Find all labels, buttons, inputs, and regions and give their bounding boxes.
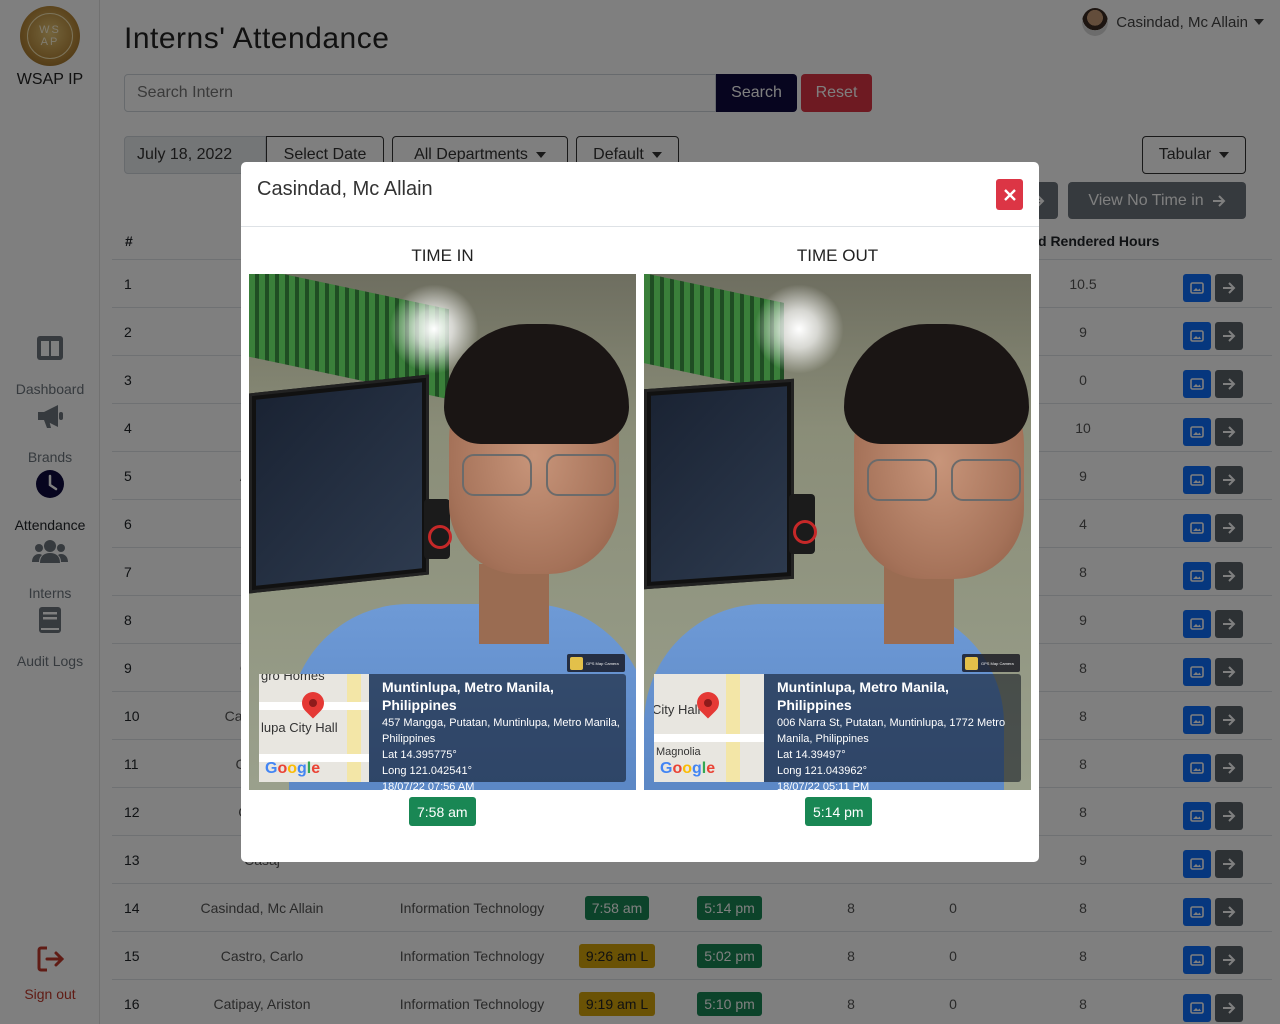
time-in-map-place: lupa City Hall — [261, 720, 338, 735]
time-in-city: Muntinlupa, Metro Manila, Philippines — [382, 679, 554, 713]
time-out-map-place-bottom: Magnolia — [656, 746, 701, 758]
time-out-photo[interactable]: GPS Map Camera City Hall Magnolia Google… — [644, 274, 1031, 790]
time-out-address: 006 Narra St, Putatan, Muntinlupa, 1772 … — [777, 717, 1006, 745]
time-in-latitude: Lat 14.395775° — [382, 749, 457, 761]
time-in-badge: 7:58 am — [409, 797, 476, 826]
time-out-location-stamp: City Hall Magnolia Google Muntinlupa, Me… — [654, 674, 1021, 790]
time-out-city: Muntinlupa, Metro Manila, Philippines — [777, 679, 949, 713]
time-in-longitude: Long 121.042541° — [382, 765, 473, 777]
time-in-timestamp: 18/07/22 07:56 AM — [382, 781, 475, 790]
time-in-map-place-top: gro Homes — [261, 674, 325, 683]
attendance-photo-modal: Casindad, Mc Allain TIME IN TIME OUT GPS… — [241, 162, 1039, 862]
time-in-map-brand: Google — [265, 760, 321, 777]
time-in-photo[interactable]: GPS Map Camera gro Homes lupa City Hall … — [249, 274, 636, 790]
time-in-address: 457 Mangga, Putatan, Muntinlupa, Metro M… — [382, 717, 620, 745]
gps-camera-badge: GPS Map Camera — [962, 654, 1020, 672]
time-out-map-thumbnail: City Hall Magnolia Google — [654, 674, 764, 782]
time-out-latitude: Lat 14.39497° — [777, 749, 846, 761]
time-in-heading: TIME IN — [411, 246, 474, 265]
time-out-longitude: Long 121.043962° — [777, 765, 868, 777]
time-out-map-brand: Google — [660, 760, 716, 777]
map-pin-icon — [297, 687, 329, 719]
time-out-map-place: City Hall — [654, 702, 701, 717]
time-in-map-thumbnail: gro Homes lupa City Hall Google — [259, 674, 369, 782]
gps-camera-badge: GPS Map Camera — [567, 654, 625, 672]
time-out-timestamp: 18/07/22 05:11 PM — [777, 781, 870, 790]
time-out-heading: TIME OUT — [796, 246, 879, 265]
modal-title: Casindad, Mc Allain — [257, 178, 433, 200]
time-in-location-stamp: gro Homes lupa City Hall Google Muntinlu… — [259, 674, 626, 790]
time-out-badge: 5:14 pm — [805, 797, 872, 826]
close-icon — [1003, 188, 1016, 201]
modal-divider — [241, 226, 1039, 227]
modal-close-button[interactable] — [996, 179, 1023, 210]
